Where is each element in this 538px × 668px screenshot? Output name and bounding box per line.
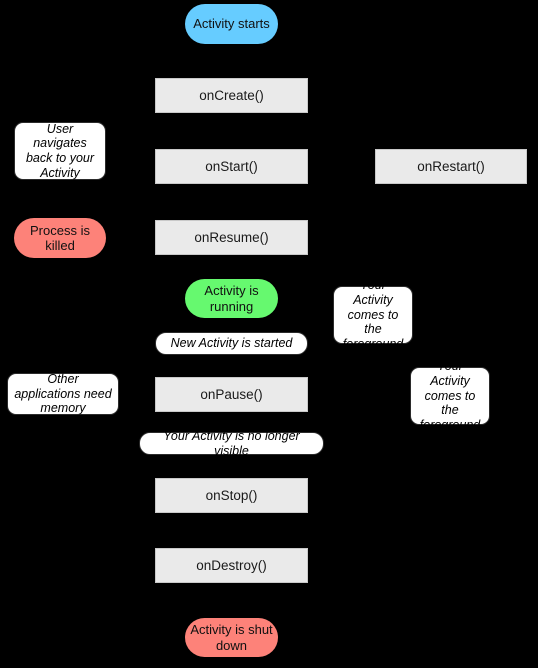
transition-user-navigates-back: User navigates back to your Activity bbox=[14, 122, 106, 180]
transition-no-longer-visible: Your Activity is no longer visible bbox=[139, 429, 324, 458]
state-activity-running: Activity is running bbox=[185, 279, 278, 318]
transition-foreground-from-pause-label: Your Activity comes to the foreground bbox=[342, 278, 404, 352]
state-activity-running-label: Activity is running bbox=[204, 283, 259, 314]
callback-onrestart-label: onRestart() bbox=[417, 158, 485, 174]
callback-onpause-label: onPause() bbox=[200, 386, 263, 402]
transition-new-activity-started-label: New Activity is started bbox=[170, 336, 293, 351]
callback-onresume-label: onResume() bbox=[194, 229, 269, 245]
callback-onresume: onResume() bbox=[155, 220, 308, 255]
transition-no-longer-visible-label: Your Activity is no longer visible bbox=[163, 428, 300, 458]
callback-onpause: onPause() bbox=[155, 377, 308, 412]
state-process-killed: Process is killed bbox=[14, 218, 106, 258]
state-activity-shut-down-label: Activity is shut down bbox=[190, 622, 273, 653]
state-process-killed-label: Process is killed bbox=[30, 222, 90, 253]
callback-ondestroy-label: onDestroy() bbox=[196, 557, 267, 573]
state-activity-shut-down: Activity is shut down bbox=[185, 618, 278, 657]
callback-onstop-label: onStop() bbox=[205, 487, 258, 503]
callback-oncreate-label: onCreate() bbox=[199, 87, 264, 103]
transition-new-activity-started: New Activity is started bbox=[155, 332, 308, 355]
callback-onstop: onStop() bbox=[155, 478, 308, 513]
transition-user-navigates-back-label: User navigates back to your Activity bbox=[25, 121, 95, 180]
transition-foreground-from-stop-label: Your Activity comes to the foreground bbox=[419, 359, 481, 433]
callback-onstart-label: onStart() bbox=[205, 158, 258, 174]
activity-lifecycle-diagram: Activity starts onCreate() User navigate… bbox=[0, 0, 538, 668]
transition-other-apps-need-memory-label: Other applications need memory bbox=[14, 371, 112, 416]
transition-foreground-from-stop: Your Activity comes to the foreground bbox=[410, 359, 490, 432]
state-activity-starts: Activity starts bbox=[185, 4, 278, 44]
transition-foreground-from-pause: Your Activity comes to the foreground bbox=[333, 278, 413, 351]
callback-onrestart: onRestart() bbox=[375, 149, 527, 184]
callback-onstart: onStart() bbox=[155, 149, 308, 184]
callback-oncreate: onCreate() bbox=[155, 78, 308, 113]
callback-ondestroy: onDestroy() bbox=[155, 548, 308, 583]
transition-other-apps-need-memory: Other applications need memory bbox=[7, 371, 119, 416]
state-activity-starts-label: Activity starts bbox=[193, 16, 270, 32]
